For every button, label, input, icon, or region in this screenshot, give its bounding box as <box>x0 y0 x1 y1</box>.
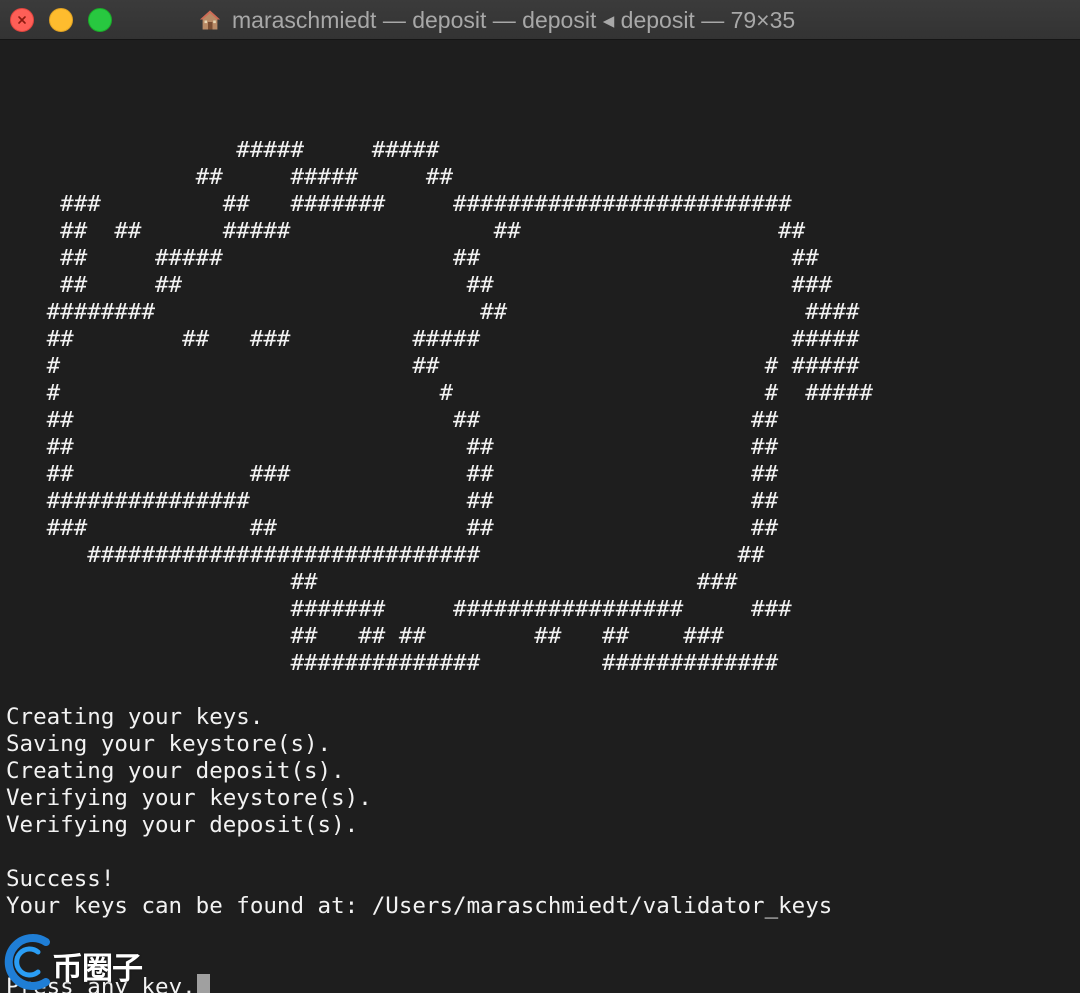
close-icon <box>18 16 26 24</box>
window-title: maraschmiedt — deposit — deposit ◂ depos… <box>198 5 795 35</box>
press-any-key-text: Press any key. <box>6 974 196 993</box>
ascii-art-line: ######## ## #### <box>6 299 860 325</box>
ascii-art-line: ## ## ## <box>6 434 779 460</box>
status-line: Verifying your deposit(s). <box>6 812 359 838</box>
ascii-art-line: ############################# ## <box>6 542 765 568</box>
ascii-art-line: ## ##### ## <box>6 164 454 190</box>
status-line: Verifying your keystore(s). <box>6 785 372 811</box>
zoom-button[interactable] <box>88 8 112 32</box>
minimize-button[interactable] <box>49 8 73 32</box>
ascii-art-line: ### ## ####### ######################### <box>6 191 792 217</box>
ascii-art-line: ## ## ## ### <box>6 272 833 298</box>
ascii-art-line: ####### ################# ### <box>6 596 792 622</box>
ascii-art-line: # # # ##### <box>6 380 873 406</box>
success-line: Success! <box>6 866 115 892</box>
close-button[interactable] <box>10 8 34 32</box>
home-icon <box>200 10 220 30</box>
ascii-art-line: ## ### ## ## <box>6 461 779 487</box>
ascii-art-line: ############### ## ## <box>6 488 779 514</box>
ascii-art-line: # ## # ##### <box>6 353 860 379</box>
status-line: Saving your keystore(s). <box>6 731 332 757</box>
ascii-art-line: ## ## ### ##### ##### <box>6 326 860 352</box>
title-bar[interactable]: maraschmiedt — deposit — deposit ◂ depos… <box>0 0 1080 40</box>
ascii-art-line: ##### ##### <box>6 137 440 163</box>
window-title-text: maraschmiedt — deposit — deposit ◂ depos… <box>232 6 796 33</box>
ascii-art-line: ## ## ## ## ## ### <box>6 623 724 649</box>
ascii-art-line: ### ## ## ## <box>6 515 779 541</box>
ascii-art-line: ## ## ##### ## ## <box>6 218 806 244</box>
status-line: Creating your keys. <box>6 704 264 730</box>
terminal-window: maraschmiedt — deposit — deposit ◂ depos… <box>0 0 1080 993</box>
status-line: Creating your deposit(s). <box>6 758 345 784</box>
block-cursor <box>196 974 210 993</box>
keys-path-line: Your keys can be found at: /Users/marasc… <box>6 893 833 919</box>
ascii-art-line: ## ##### ## ## <box>6 245 819 271</box>
ascii-art-line: ############## ############# <box>6 650 779 676</box>
terminal-output[interactable]: ##### ##### ## ##### ## ### ## ####### #… <box>6 83 873 993</box>
ascii-art-line: ## ### <box>6 569 738 595</box>
ascii-art-line: ## ## ## <box>6 407 779 433</box>
prompt-line: Press any key. <box>6 974 873 993</box>
terminal-content[interactable]: ##### ##### ## ##### ## ### ## ####### #… <box>0 40 1080 993</box>
